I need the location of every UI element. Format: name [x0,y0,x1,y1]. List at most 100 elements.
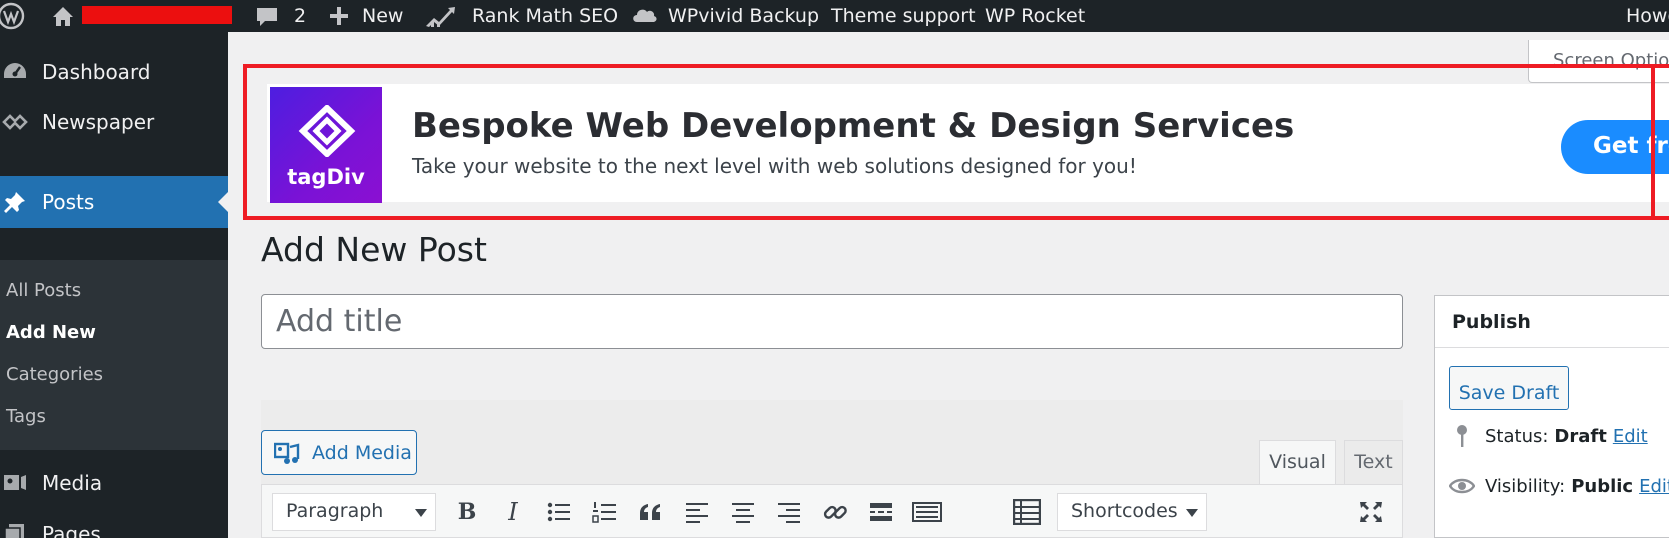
bulleted-list-button[interactable] [542,495,576,529]
media-icon [4,475,26,490]
submenu-item-add-new[interactable]: Add New [6,322,96,343]
table-list-icon [1013,499,1041,525]
comments-menu[interactable]: 2 [254,0,306,32]
sidebar-item-dashboard[interactable]: Dashboard [0,52,228,92]
admin-bar: 2 New Rank Math SEO WPvivid Backup Theme… [0,0,1669,32]
tagdiv-logo-mark-icon [298,105,356,157]
align-left-button[interactable] [680,495,714,529]
quote-icon [640,504,660,520]
posts-submenu: All Posts Add New Categories Tags [0,260,228,450]
align-center-icon [732,503,754,523]
paragraph-format-select[interactable]: Paragraph [272,493,436,531]
tagdiv-logo: tagDiv [270,87,382,203]
sidebar-item-label: Dashboard [42,60,151,84]
save-draft-button[interactable]: Save Draft [1449,366,1569,410]
new-content-menu[interactable]: New [328,0,403,32]
read-more-icon [870,503,892,521]
shortcodes-select-value: Shortcodes [1071,500,1178,522]
align-right-icon [778,503,800,523]
promo-banner-highlight: tagDiv Bespoke Web Development & Design … [243,64,1669,220]
rank-math-menu[interactable]: Rank Math SEO [424,0,618,32]
post-editor: Add Media Visual Text Paragraph B I Shor… [261,400,1403,538]
align-right-button[interactable] [772,495,806,529]
sidebar-item-label: Newspaper [42,110,155,134]
pushpin-icon [4,192,25,213]
dashboard-gauge-icon [4,63,26,78]
theme-support-menu[interactable]: Theme support [831,0,976,32]
eye-icon [1449,478,1475,494]
get-free-quote-button[interactable]: Get free quote [1561,120,1669,174]
add-media-button[interactable]: Add Media [261,430,417,475]
fullscreen-icon [1360,502,1382,522]
editor-toolbar: Paragraph B I Shortcodes [261,484,1403,538]
sidebar-item-pages[interactable]: Pages [0,514,228,538]
chevron-down-icon [1186,509,1198,517]
page-title: Add New Post [261,230,487,269]
plus-icon [330,7,348,25]
tagdiv-logo-text: tagDiv [287,165,365,189]
format-select-value: Paragraph [286,500,384,522]
wordpress-logo-icon[interactable] [0,0,28,32]
site-home-icon[interactable] [50,0,76,32]
italic-button[interactable]: I [496,495,530,529]
submenu-item-tags[interactable]: Tags [6,406,46,427]
post-status-row: Status: Draft Edit [1449,424,1648,448]
post-title-input[interactable] [261,294,1403,349]
shortcodes-select[interactable]: Shortcodes [1057,493,1207,531]
add-media-icon [274,442,300,464]
table-button[interactable] [1010,495,1044,529]
numbered-list-button[interactable] [588,495,622,529]
align-center-button[interactable] [726,495,760,529]
visibility-label: Visibility: [1485,475,1566,497]
link-icon [823,505,847,519]
account-menu[interactable]: Howdy [1626,0,1669,32]
admin-sidebar: Dashboard Newspaper Posts All Posts Add … [0,32,228,538]
visibility-value: Public [1571,475,1634,497]
bold-icon: B [457,499,477,525]
tab-visual[interactable]: Visual [1259,440,1336,484]
theme-support-label: Theme support [831,5,976,27]
publish-heading: Publish [1435,296,1669,348]
fullscreen-button[interactable] [1354,495,1388,529]
insert-link-button[interactable] [818,495,852,529]
sidebar-item-newspaper[interactable]: Newspaper [0,102,228,142]
wpvivid-label: WPvivid Backup [668,5,820,27]
comments-count: 2 [294,5,307,27]
submenu-item-all-posts[interactable]: All Posts [6,280,81,301]
toolbar-toggle-button[interactable] [910,495,944,529]
new-label: New [362,5,404,27]
cloud-icon [633,9,657,22]
align-left-icon [686,503,708,523]
rank-math-icon [426,7,455,27]
map-pin-icon [1457,425,1467,447]
add-media-label: Add Media [312,441,412,464]
comment-bubble-icon [257,8,277,26]
sidebar-item-media[interactable]: Media [0,463,228,503]
sidebar-item-label: Pages [42,522,101,538]
keyboard-icon [912,502,942,522]
status-value: Draft [1554,425,1607,447]
sidebar-item-posts[interactable]: Posts [0,176,228,228]
wp-rocket-label: WP Rocket [985,5,1086,27]
rank-math-label: Rank Math SEO [472,5,619,27]
edit-status-link[interactable]: Edit [1613,426,1648,447]
submenu-item-categories[interactable]: Categories [6,364,103,385]
wp-rocket-menu[interactable]: WP Rocket [985,0,1085,32]
edit-visibility-link[interactable]: Edit [1639,476,1669,497]
newspaper-theme-icon [2,114,28,130]
chevron-down-icon [415,509,427,517]
read-more-button[interactable] [864,495,898,529]
status-label: Status: [1485,425,1549,447]
redacted-site-name [82,6,232,24]
banner-title: Bespoke Web Development & Design Service… [412,106,1295,146]
bold-button[interactable]: B [450,495,484,529]
numbered-list-icon [592,502,616,523]
sidebar-item-label: Posts [42,190,95,214]
sidebar-item-label: Media [42,471,103,495]
blockquote-button[interactable] [634,495,668,529]
tab-text[interactable]: Text [1344,440,1403,484]
italic-icon: I [508,498,518,526]
bulleted-list-icon [547,502,570,522]
wpvivid-menu[interactable]: WPvivid Backup [630,0,819,32]
publish-meta-box: Publish Save Draft Status: Draft Edit Vi… [1434,295,1669,538]
